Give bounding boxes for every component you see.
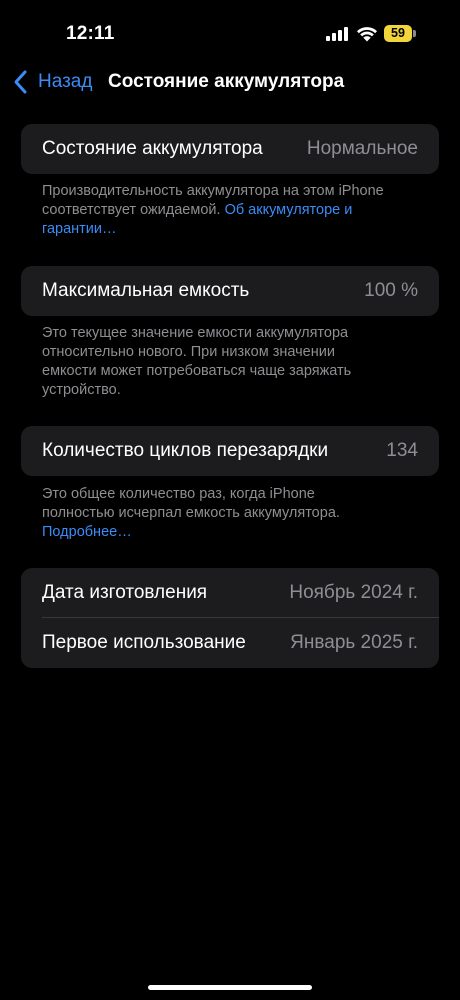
maximum-capacity-card: Максимальная емкость 100 % — [21, 266, 439, 316]
cycle-count-footnote-text: Это общее количество раз, когда iPhone п… — [42, 486, 340, 521]
battery-health-row: Состояние аккумулятора Нормальное — [21, 124, 439, 174]
page-title: Состояние аккумулятора — [108, 71, 345, 92]
first-use-label: Первое использование — [42, 632, 246, 653]
battery-dates-card: Дата изготовления Ноябрь 2024 г. Первое … — [21, 568, 439, 668]
home-indicator[interactable] — [148, 985, 312, 990]
cycle-count-value: 134 — [386, 440, 418, 461]
chevron-left-icon — [14, 70, 27, 94]
cycle-count-row: Количество циклов перезарядки 134 — [21, 426, 439, 476]
maximum-capacity-value: 100 % — [364, 280, 418, 301]
maximum-capacity-footnote: Это текущее значение емкости аккумулятор… — [42, 324, 392, 400]
battery-health-label: Состояние аккумулятора — [42, 138, 263, 159]
manufacture-date-label: Дата изготовления — [42, 582, 208, 603]
first-use-value: Январь 2025 г. — [290, 632, 418, 653]
manufacture-date-row: Дата изготовления Ноябрь 2024 г. — [21, 568, 439, 618]
back-button[interactable]: Назад — [10, 66, 92, 98]
wifi-icon — [357, 27, 377, 42]
learn-more-link[interactable]: Подробнее… — [42, 524, 132, 540]
status-bar: 12:11 59 — [0, 0, 460, 64]
battery-health-footnote: Производительность аккумулятора на этом … — [42, 182, 402, 239]
maximum-capacity-label: Максимальная емкость — [42, 280, 250, 301]
first-use-row: Первое использование Январь 2025 г. — [21, 618, 439, 668]
back-label: Назад — [38, 71, 93, 92]
battery-icon: 59 — [384, 25, 416, 42]
cycle-count-footnote: Это общее количество раз, когда iPhone п… — [42, 485, 387, 542]
maximum-capacity-footnote-text: Это текущее значение емкости аккумулятор… — [42, 325, 352, 398]
battery-percent: 59 — [384, 25, 412, 42]
battery-health-card: Состояние аккумулятора Нормальное — [21, 124, 439, 174]
cycle-count-card: Количество циклов перезарядки 134 — [21, 426, 439, 476]
status-time: 12:11 — [66, 23, 115, 44]
battery-health-value: Нормальное — [306, 138, 418, 159]
cycle-count-label: Количество циклов перезарядки — [42, 440, 329, 461]
manufacture-date-value: Ноябрь 2024 г. — [289, 582, 418, 603]
maximum-capacity-row: Максимальная емкость 100 % — [21, 266, 439, 316]
navigation-bar: Назад Состояние аккумулятора — [0, 62, 460, 102]
cellular-signal-icon — [326, 27, 350, 41]
